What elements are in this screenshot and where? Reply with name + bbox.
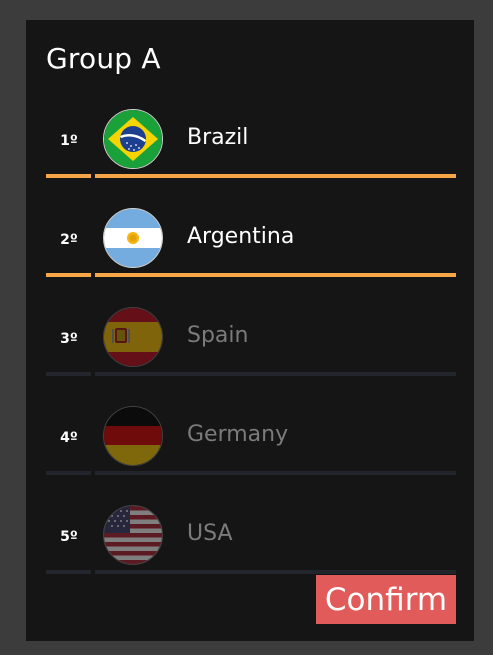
- team-underline: [95, 471, 456, 475]
- usa-flag-icon: [103, 505, 163, 565]
- team-name: USA: [187, 521, 233, 546]
- rank-label: 2º: [60, 232, 78, 248]
- rank-label: 5º: [60, 529, 78, 545]
- team-name: Argentina: [187, 224, 295, 249]
- team-underline: [95, 570, 456, 574]
- rank-label: 4º: [60, 430, 78, 446]
- team-name: Brazil: [187, 125, 249, 150]
- rank-underline: [46, 471, 91, 475]
- rank-underline: [46, 273, 91, 277]
- germany-flag-icon: [103, 406, 163, 466]
- group-title: Group A: [46, 42, 161, 75]
- rank-label: 1º: [60, 133, 78, 149]
- team-row-argentina[interactable]: 2º Argentina: [26, 198, 474, 298]
- team-underline: [95, 273, 456, 277]
- rank-label: 3º: [60, 331, 78, 347]
- team-underline: [95, 372, 456, 376]
- spain-flag-icon: [103, 307, 163, 367]
- brazil-flag-icon: [103, 109, 163, 169]
- team-row-brazil[interactable]: 1º Brazil: [26, 99, 474, 199]
- rank-underline: [46, 174, 91, 178]
- rank-underline: [46, 570, 91, 574]
- team-name: Germany: [187, 422, 289, 447]
- team-row-spain[interactable]: 3º Spain: [26, 297, 474, 397]
- group-panel: Group A 1º Brazil 2º Argentina 3º Spain …: [26, 20, 474, 641]
- team-row-germany[interactable]: 4º Germany: [26, 396, 474, 496]
- rank-underline: [46, 372, 91, 376]
- team-name: Spain: [187, 323, 249, 348]
- team-underline: [95, 174, 456, 178]
- confirm-button[interactable]: Confirm: [316, 575, 456, 624]
- argentina-flag-icon: [103, 208, 163, 268]
